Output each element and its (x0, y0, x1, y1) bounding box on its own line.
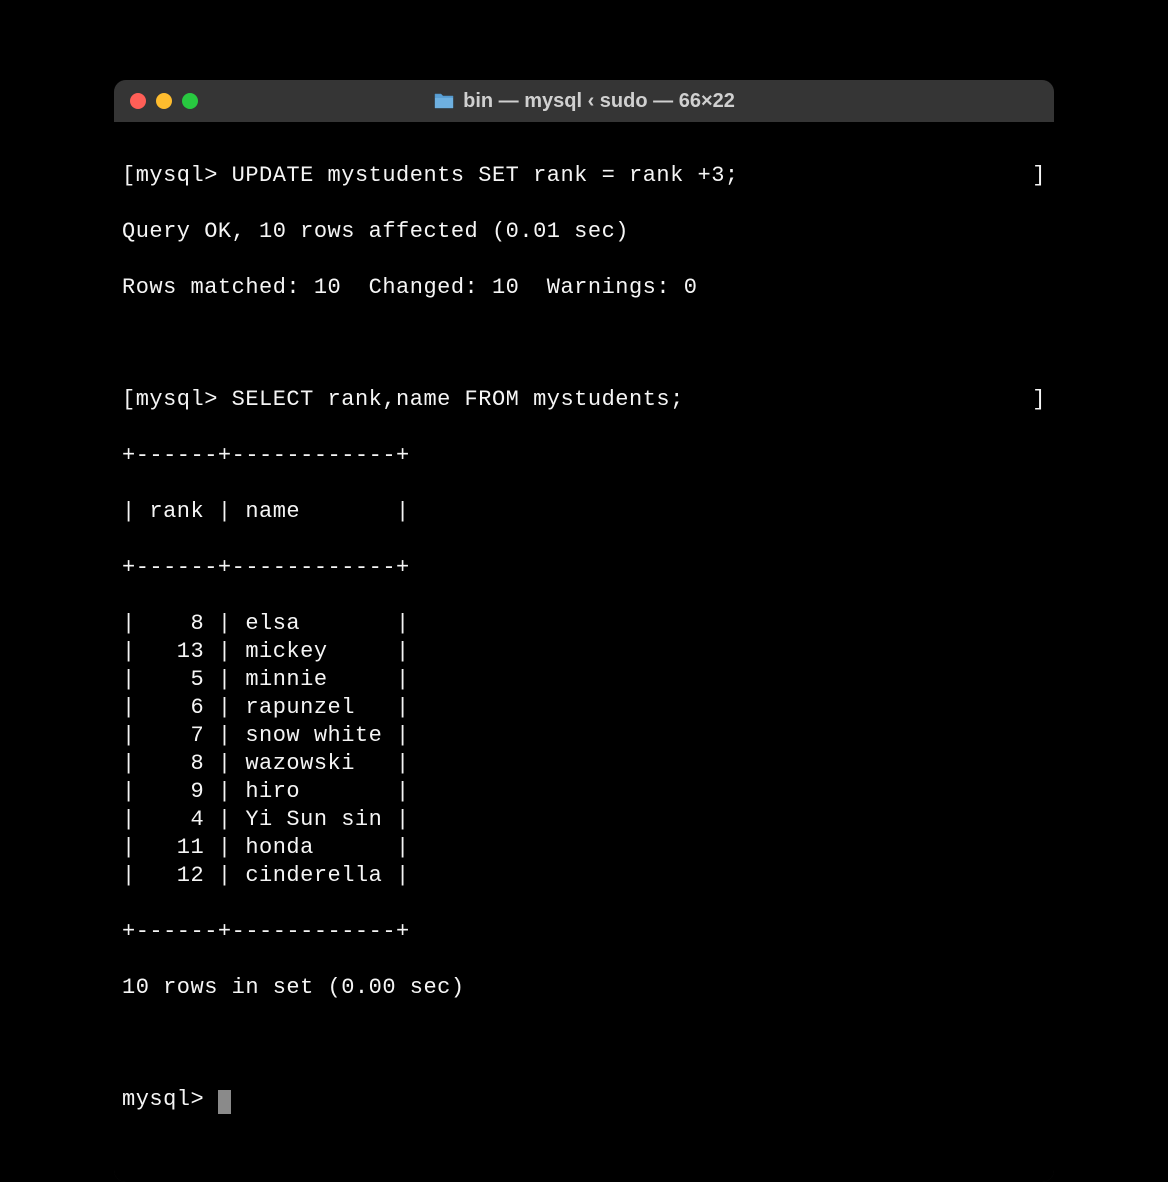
table-row: | 8 | wazowski | (122, 750, 1046, 778)
table-border: +------+------------+ (122, 918, 1046, 946)
command-line: [mysql> SELECT rank,name FROM mystudents… (122, 386, 1046, 414)
table-row: | 8 | elsa | (122, 610, 1046, 638)
table-row: | 13 | mickey | (122, 638, 1046, 666)
table-border: +------+------------+ (122, 554, 1046, 582)
table-row: | 12 | cinderella | (122, 862, 1046, 890)
table-row: | 4 | Yi Sun sin | (122, 806, 1046, 834)
output-line: Rows matched: 10 Changed: 10 Warnings: 0 (122, 274, 1046, 302)
close-button[interactable] (130, 93, 146, 109)
table-row: | 5 | minnie | (122, 666, 1046, 694)
blank-line (122, 330, 1046, 358)
folder-icon (433, 92, 455, 110)
table-row: | 7 | snow white | (122, 722, 1046, 750)
command-line: [mysql> UPDATE mystudents SET rank = ran… (122, 162, 1046, 190)
cursor (218, 1090, 231, 1114)
window-title: bin — mysql ‹ sudo — 66×22 (130, 90, 1038, 113)
minimize-button[interactable] (156, 93, 172, 109)
table-row: | 6 | rapunzel | (122, 694, 1046, 722)
terminal-window: bin — mysql ‹ sudo — 66×22 [mysql> UPDAT… (114, 80, 1054, 1182)
window-title-text: bin — mysql ‹ sudo — 66×22 (463, 90, 735, 113)
titlebar: bin — mysql ‹ sudo — 66×22 (114, 80, 1054, 122)
blank-line (122, 1030, 1046, 1058)
terminal-content[interactable]: [mysql> UPDATE mystudents SET rank = ran… (114, 122, 1054, 1182)
output-line: Query OK, 10 rows affected (0.01 sec) (122, 218, 1046, 246)
table-row: | 11 | honda | (122, 834, 1046, 862)
prompt-line: mysql> (122, 1086, 1046, 1114)
output-line: 10 rows in set (0.00 sec) (122, 974, 1046, 1002)
table-row: | 9 | hiro | (122, 778, 1046, 806)
traffic-lights (130, 93, 198, 109)
table-border: +------+------------+ (122, 442, 1046, 470)
maximize-button[interactable] (182, 93, 198, 109)
table-header: | rank | name | (122, 498, 1046, 526)
